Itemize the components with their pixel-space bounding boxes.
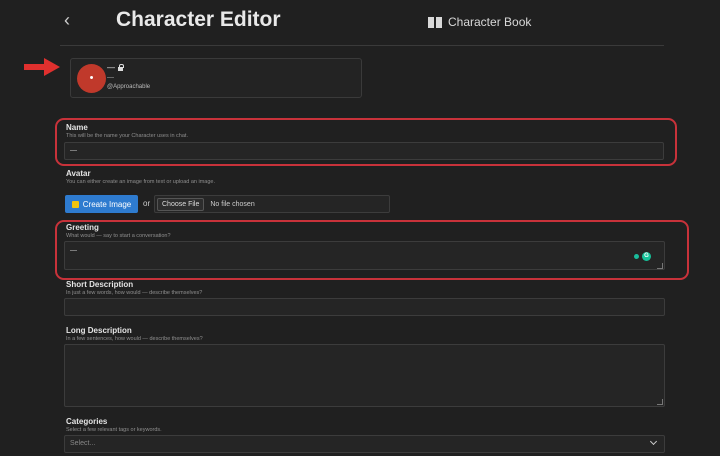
create-image-label: Create Image: [82, 199, 132, 209]
or-text: or: [143, 199, 151, 208]
no-file-text: No file chosen: [210, 200, 255, 208]
file-input[interactable]: Choose File No file chosen: [154, 195, 390, 213]
grammarly-icon[interactable]: G: [642, 252, 651, 261]
profile-name: —: [107, 63, 115, 72]
profile-name-row: —: [107, 63, 124, 72]
profile-handle: @Approachable: [107, 84, 151, 90]
long-description-textarea[interactable]: [64, 344, 665, 407]
categories-label: Categories: [66, 417, 108, 426]
profile-subtitle: —: [107, 74, 114, 81]
name-input[interactable]: —: [64, 142, 664, 160]
greeting-hint: What would — say to start a conversation…: [66, 233, 171, 239]
header-divider: [60, 45, 664, 46]
back-button[interactable]: ‹: [64, 10, 70, 31]
choose-file-button[interactable]: Choose File: [157, 197, 205, 211]
avatar[interactable]: •: [77, 64, 106, 93]
page-title: Character Editor: [116, 8, 281, 31]
create-image-button[interactable]: Create Image: [65, 195, 138, 213]
short-description-input[interactable]: [64, 298, 665, 316]
character-book-label: Character Book: [448, 15, 532, 29]
greeting-textarea[interactable]: —: [64, 241, 665, 270]
categories-hint: Select a few relevant tags or keywords.: [66, 427, 162, 433]
short-description-hint: In just a few words, how would — describ…: [66, 290, 203, 296]
name-hint: This will be the name your Character use…: [66, 133, 188, 139]
annotation-arrow-icon: [24, 58, 60, 76]
categories-select[interactable]: Select...: [64, 435, 665, 453]
avatar-label: Avatar: [66, 169, 91, 178]
long-description-label: Long Description: [66, 326, 132, 335]
grammar-tools[interactable]: G: [634, 252, 651, 261]
name-label: Name: [66, 123, 88, 132]
character-book-button[interactable]: Character Book: [428, 15, 531, 29]
short-description-label: Short Description: [66, 280, 134, 289]
character-profile-card[interactable]: • — — @Approachable: [70, 58, 362, 98]
long-description-hint: In a few sentences, how would — describe…: [66, 336, 203, 342]
image-icon: [71, 200, 79, 208]
long-description-resize-handle[interactable]: [657, 399, 663, 405]
lock-icon: [118, 63, 124, 71]
greeting-label: Greeting: [66, 223, 99, 232]
header: ‹ Character Editor Character Book: [0, 0, 720, 46]
book-icon: [428, 16, 442, 28]
avatar-hint: You can either create an image from text…: [66, 179, 215, 185]
grammar-dot-icon[interactable]: [634, 254, 639, 259]
greeting-resize-handle[interactable]: [657, 263, 663, 269]
